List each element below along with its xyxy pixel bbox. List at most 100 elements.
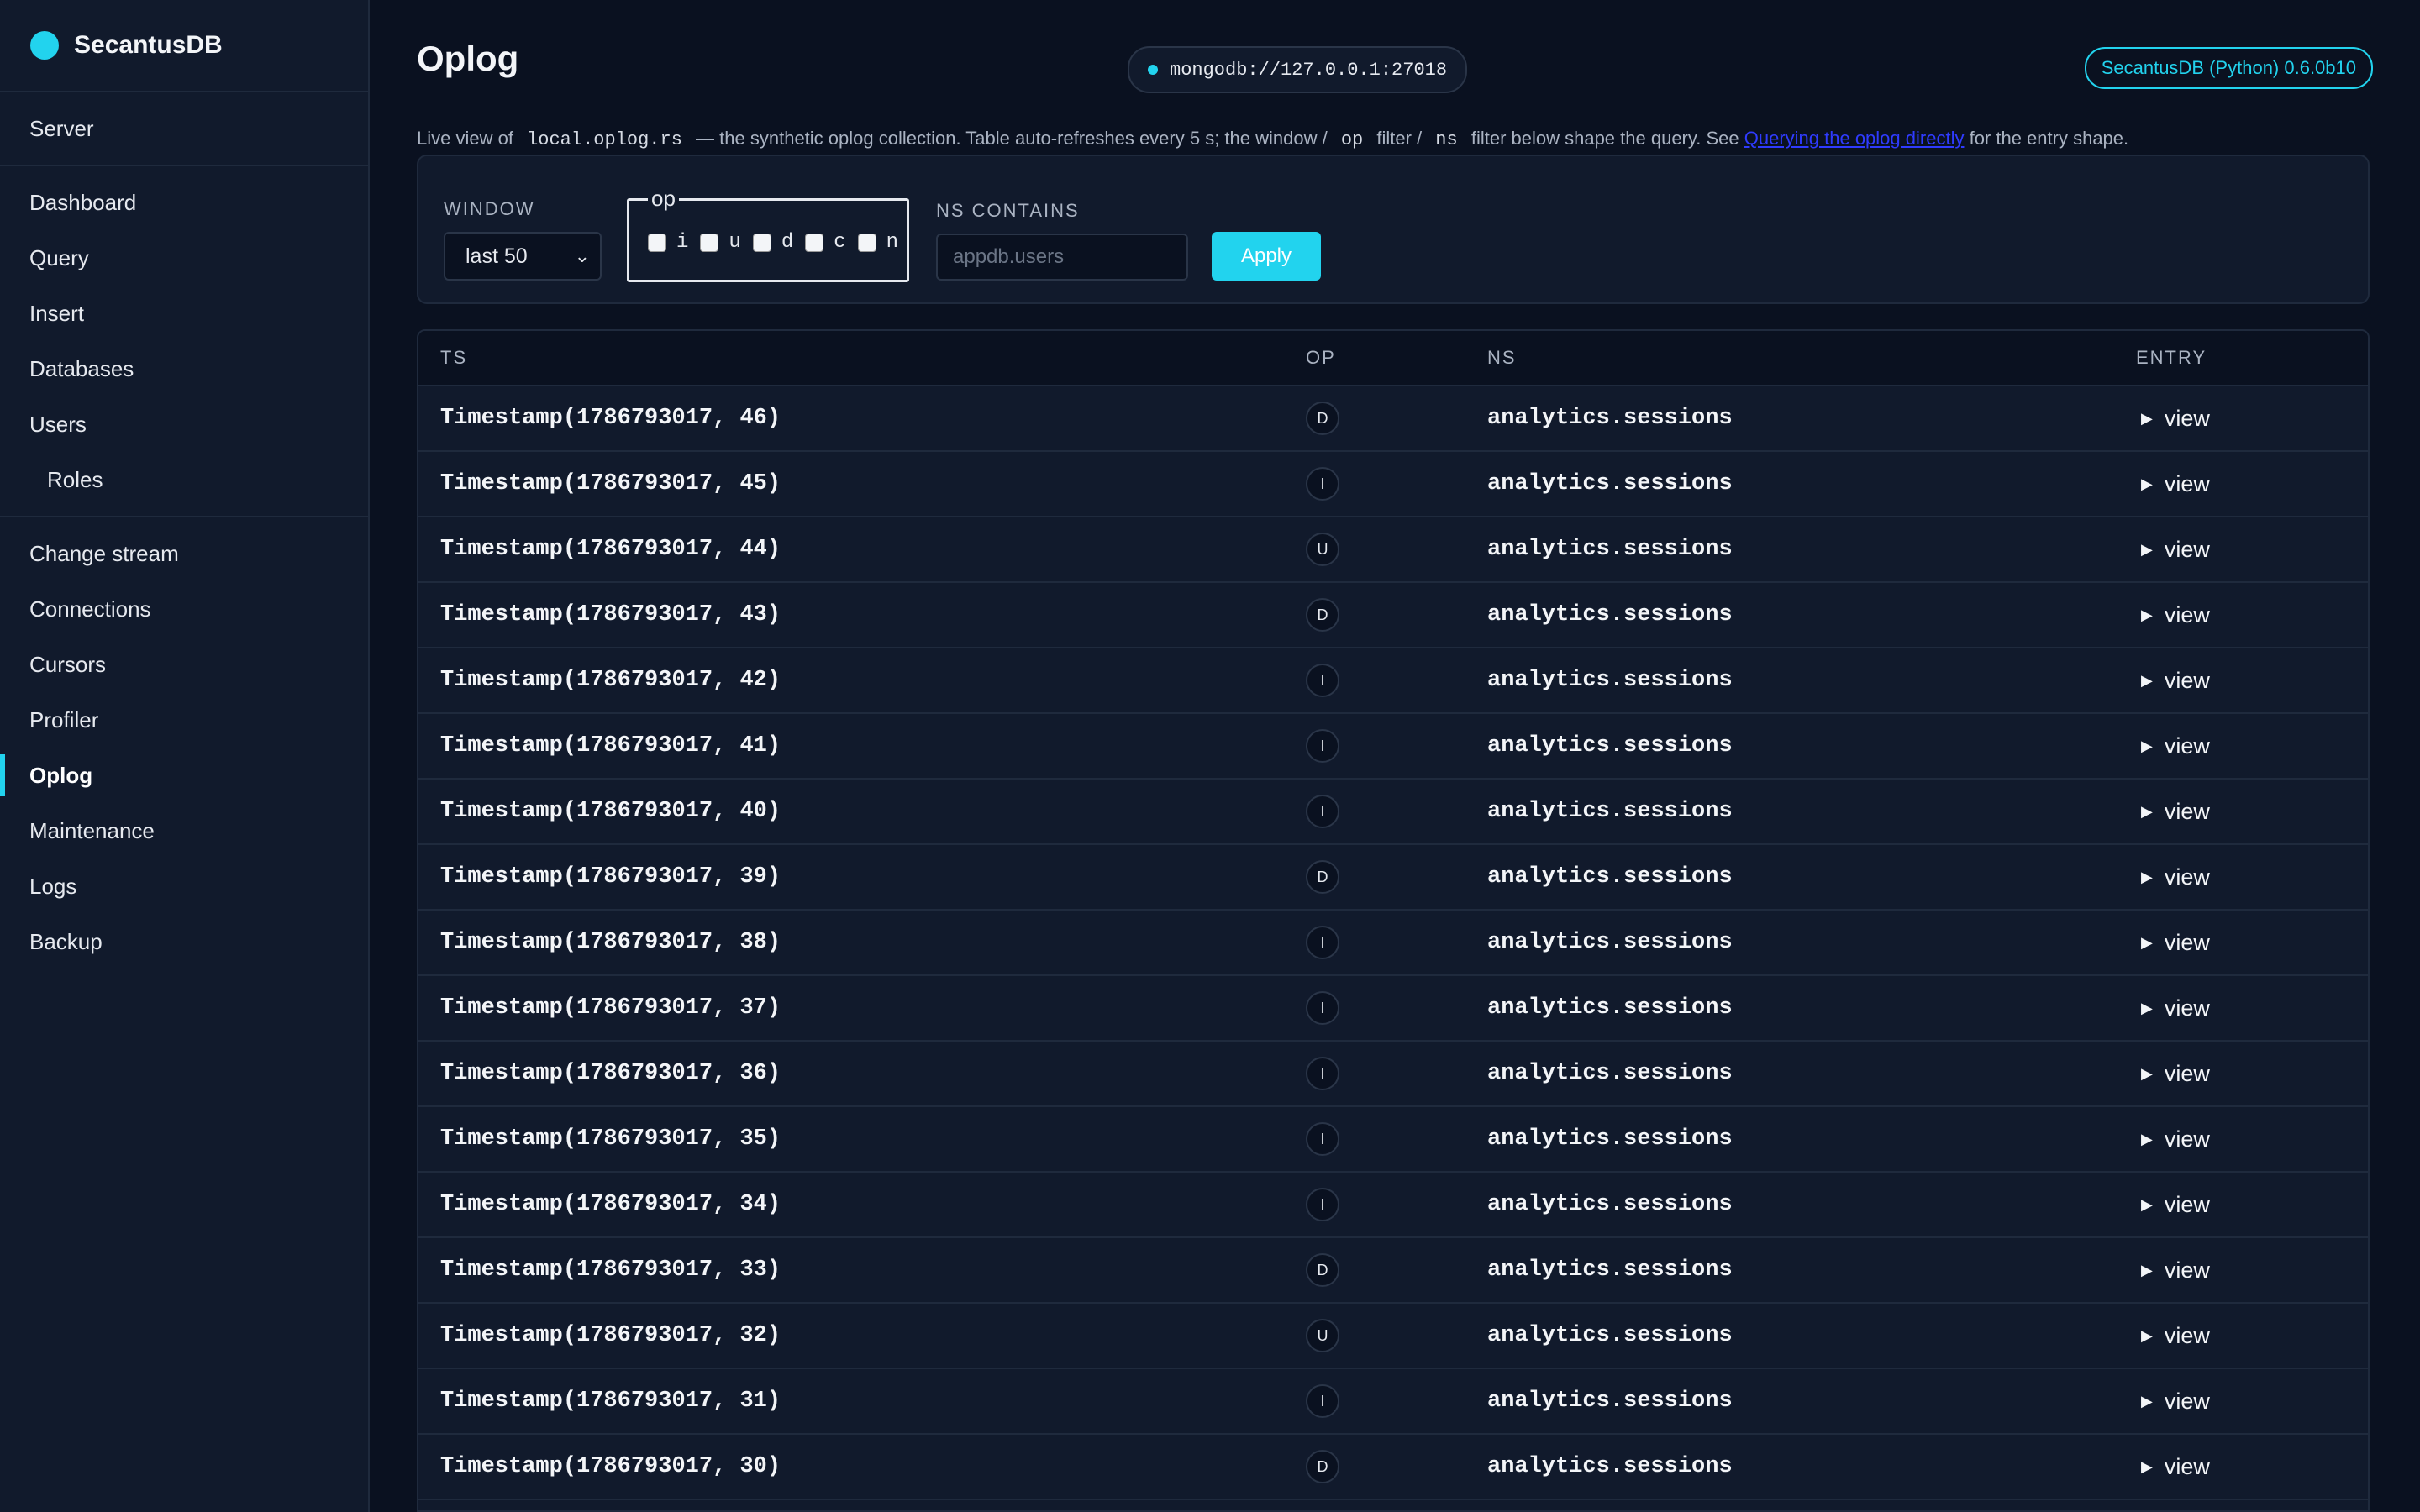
row-timestamp: Timestamp(1786793017, 44) <box>440 537 781 562</box>
sidebar-item-profiler[interactable]: Profiler <box>0 692 368 748</box>
disclosure-triangle-icon: ▶ <box>2141 737 2153 754</box>
nav-group-ops: Change stream Connections Cursors Profil… <box>0 517 368 978</box>
table-row: Timestamp(1786793017, 38) Ianalytics.sess… <box>418 911 2368 976</box>
brand[interactable]: SecantusDB <box>0 0 368 92</box>
view-entry-toggle[interactable]: ▶ view <box>2141 1173 2210 1236</box>
op-badge: D <box>1306 402 1339 435</box>
view-entry-toggle[interactable]: ▶ view <box>2141 1435 2210 1499</box>
row-namespace: analytics.sessions <box>1487 799 1733 824</box>
row-timestamp: Timestamp(1786793017, 45) <box>440 471 781 496</box>
desc-text-3: filter / <box>1376 128 1423 149</box>
op-checkbox-label-u: u <box>729 231 741 254</box>
main-content: Oplog mongodb://127.0.0.1:27018 Secantus… <box>370 0 2420 1512</box>
column-header-ts: TS <box>440 347 468 368</box>
view-entry-toggle[interactable]: ▶ view <box>2141 780 2210 843</box>
op-checkbox-u[interactable] <box>700 233 719 252</box>
view-entry-toggle[interactable]: ▶ view <box>2141 583 2210 647</box>
row-namespace: analytics.sessions <box>1487 930 1733 955</box>
sidebar-item-insert[interactable]: Insert <box>0 286 368 341</box>
view-entry-toggle[interactable]: ▶ view <box>2141 1107 2210 1171</box>
op-badge: I <box>1306 1384 1339 1418</box>
row-namespace: analytics.sessions <box>1487 668 1733 693</box>
page-description: Live view of local.oplog.rs — the synthe… <box>417 128 2128 150</box>
view-entry-label: view <box>2164 1257 2210 1283</box>
view-entry-toggle[interactable]: ▶ view <box>2141 845 2210 909</box>
column-header-op: OP <box>1306 347 1336 368</box>
row-timestamp: Timestamp(1786793017, 32) <box>440 1323 781 1348</box>
op-checkbox-i[interactable] <box>648 233 666 252</box>
view-entry-toggle[interactable]: ▶ view <box>2141 1238 2210 1302</box>
view-entry-label: view <box>2164 1060 2210 1086</box>
sidebar-item-connections[interactable]: Connections <box>0 581 368 637</box>
op-badge: D <box>1306 1450 1339 1483</box>
row-namespace: analytics.sessions <box>1487 1192 1733 1217</box>
view-entry-toggle[interactable]: ▶ view <box>2141 452 2210 516</box>
disclosure-triangle-icon: ▶ <box>2141 1195 2153 1213</box>
view-entry-toggle[interactable]: ▶ view <box>2141 714 2210 778</box>
op-checkbox-n[interactable] <box>857 233 876 252</box>
sidebar-item-users[interactable]: Users <box>0 396 368 452</box>
sidebar-item-dashboard[interactable]: Dashboard <box>0 175 368 230</box>
row-namespace: analytics.sessions <box>1487 1389 1733 1414</box>
op-badge: I <box>1306 795 1339 828</box>
row-op-cell: D <box>1306 583 1339 647</box>
disclosure-triangle-icon: ▶ <box>2141 1457 2153 1475</box>
sidebar-item-cursors[interactable]: Cursors <box>0 637 368 692</box>
disclosure-triangle-icon: ▶ <box>2141 671 2153 689</box>
view-entry-toggle[interactable]: ▶ view <box>2141 648 2210 712</box>
sidebar-item-server[interactable]: Server <box>0 101 368 156</box>
apply-button[interactable]: Apply <box>1212 232 1321 281</box>
ns-filter-input[interactable]: appdb.users <box>936 234 1188 281</box>
docs-link[interactable]: Querying the oplog directly <box>1744 128 1965 149</box>
sidebar-item-oplog[interactable]: Oplog <box>0 748 368 803</box>
row-op-cell: I <box>1306 1042 1339 1105</box>
view-entry-toggle[interactable]: ▶ view <box>2141 517 2210 581</box>
window-select[interactable]: last 50 ⌄ <box>444 232 602 281</box>
disclosure-triangle-icon: ▶ <box>2141 1261 2153 1278</box>
op-badge: I <box>1306 991 1339 1025</box>
row-timestamp: Timestamp(1786793017, 46) <box>440 406 781 431</box>
view-entry-toggle[interactable]: ▶ view <box>2141 976 2210 1040</box>
disclosure-triangle-icon: ▶ <box>2141 1130 2153 1147</box>
table-row: Timestamp(1786793017, 37) Ianalytics.sess… <box>418 976 2368 1042</box>
row-timestamp: Timestamp(1786793017, 33) <box>440 1257 781 1283</box>
connection-string: mongodb://127.0.0.1:27018 <box>1170 59 1448 81</box>
sidebar-item-roles[interactable]: Roles <box>0 452 368 507</box>
disclosure-triangle-icon: ▶ <box>2141 1392 2153 1410</box>
op-badge: I <box>1306 1122 1339 1156</box>
disclosure-triangle-icon: ▶ <box>2141 933 2153 951</box>
table-row: Timestamp(1786793017, 30) Danalytics.sess… <box>418 1435 2368 1500</box>
view-entry-toggle[interactable]: ▶ view <box>2141 911 2210 974</box>
row-op-cell: U <box>1306 1304 1339 1368</box>
view-entry-label: view <box>2164 470 2210 496</box>
op-checkbox-c[interactable] <box>805 233 824 252</box>
row-namespace: analytics.sessions <box>1487 1061 1733 1086</box>
row-timestamp: Timestamp(1786793017, 38) <box>440 930 781 955</box>
op-checkbox-d[interactable] <box>752 233 771 252</box>
desc-text-1: Live view of <box>417 128 513 149</box>
filter-bar: WINDOW last 50 ⌄ op i u d c n NS CONTAIN… <box>417 155 2370 304</box>
view-entry-label: view <box>2164 667 2210 693</box>
sidebar-item-databases[interactable]: Databases <box>0 341 368 396</box>
row-namespace: analytics.sessions <box>1487 602 1733 627</box>
view-entry-label: view <box>2164 601 2210 627</box>
view-entry-label: view <box>2164 798 2210 824</box>
sidebar-item-logs[interactable]: Logs <box>0 858 368 914</box>
row-op-cell: I <box>1306 1173 1339 1236</box>
view-entry-toggle[interactable]: ▶ view <box>2141 386 2210 450</box>
op-badge: I <box>1306 926 1339 959</box>
op-filter-options: i u d c n <box>648 231 910 254</box>
row-timestamp: Timestamp(1786793017, 35) <box>440 1126 781 1152</box>
sidebar-item-maintenance[interactable]: Maintenance <box>0 803 368 858</box>
view-entry-label: view <box>2164 405 2210 431</box>
view-entry-toggle[interactable]: ▶ view <box>2141 1042 2210 1105</box>
sidebar-item-backup[interactable]: Backup <box>0 914 368 969</box>
view-entry-toggle[interactable]: ▶ view <box>2141 1304 2210 1368</box>
view-entry-toggle[interactable]: ▶ view <box>2141 1369 2210 1433</box>
disclosure-triangle-icon: ▶ <box>2141 540 2153 558</box>
sidebar-item-query[interactable]: Query <box>0 230 368 286</box>
sidebar-item-change-stream[interactable]: Change stream <box>0 526 368 581</box>
chevron-down-icon: ⌄ <box>574 245 590 266</box>
row-op-cell: I <box>1306 714 1339 778</box>
table-row: Timestamp(1786793017, 32) Uanalytics.sess… <box>418 1304 2368 1369</box>
